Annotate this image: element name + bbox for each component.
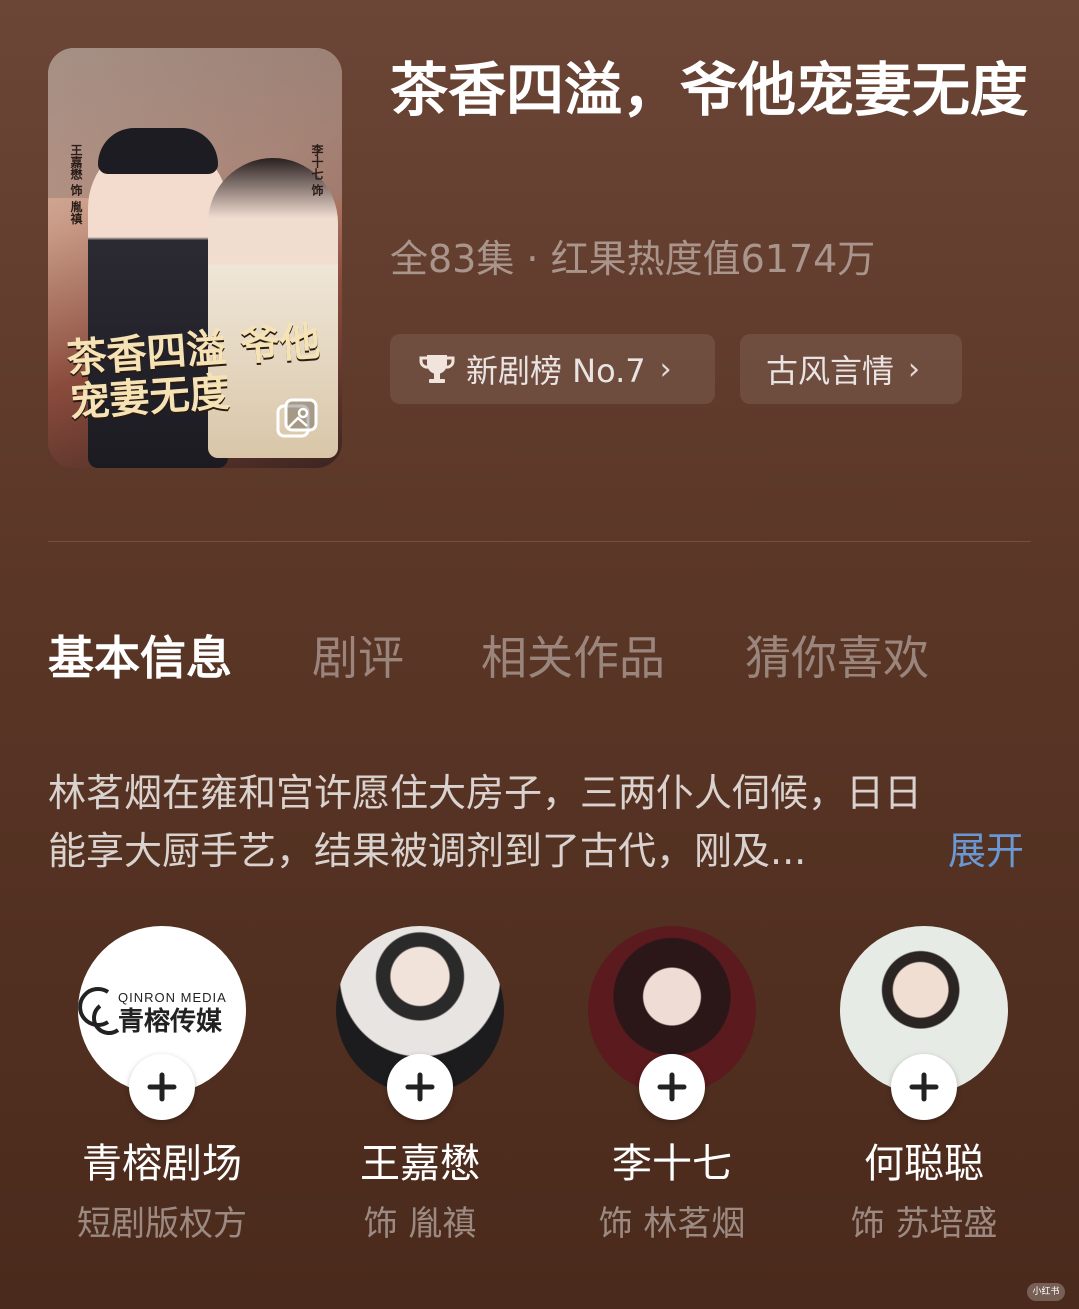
avatar[interactable] — [336, 926, 504, 1120]
avatar[interactable]: QINRON MEDIA 青榕传媒 — [78, 926, 246, 1120]
drama-title: 茶香四溢，爷他宠妻无度 — [390, 56, 1029, 124]
cast-card[interactable]: 王嘉懋 饰 胤禛 — [310, 926, 530, 1246]
avatar[interactable] — [840, 926, 1008, 1120]
cast-name: 王嘉懋 — [360, 1141, 480, 1187]
cast-name: 李十七 — [612, 1141, 732, 1187]
follow-plus-button[interactable] — [129, 1054, 195, 1120]
tab-reviews[interactable]: 剧评 — [312, 628, 404, 688]
follow-plus-button[interactable] — [639, 1054, 705, 1120]
svg-text:QINRON MEDIA: QINRON MEDIA — [118, 990, 227, 1005]
watermark: 小红书 — [1027, 1283, 1065, 1301]
cast-card[interactable]: 李十七 饰 林茗烟 — [562, 926, 782, 1246]
synopsis-line: 能享大厨手艺，结果被调剂到了古代，刚及... — [48, 829, 807, 873]
drama-poster[interactable]: 王嘉懋 饰 胤禛 李十七 饰 茶香四溢 爷他宠妻无度 — [48, 48, 342, 468]
gallery-icon[interactable] — [274, 396, 320, 442]
poster-hat — [98, 128, 218, 174]
plus-icon — [657, 1072, 687, 1102]
genre-chip[interactable]: 古风言情 › — [740, 334, 962, 404]
drama-meta: 全83集 · 红果热度值6174万 — [390, 237, 876, 281]
chevron-right-icon: › — [908, 351, 921, 387]
svg-text:青榕传媒: 青榕传媒 — [118, 1006, 223, 1037]
cast-card[interactable]: 何聪聪 饰 苏培盛 — [814, 926, 1034, 1246]
cast-role: 短剧版权方 — [77, 1204, 247, 1244]
tab-basic-info[interactable]: 基本信息 — [48, 628, 232, 688]
cast-role: 饰 林茗烟 — [598, 1204, 746, 1244]
tab-related-works[interactable]: 相关作品 — [481, 628, 665, 688]
plus-icon — [405, 1072, 435, 1102]
trophy-icon — [419, 355, 455, 383]
genre-chip-label: 古风言情 — [766, 352, 895, 390]
cast-name: 何聪聪 — [864, 1141, 984, 1187]
synopsis-line: 林茗烟在雍和宫许愿住大房子，三两仆人伺候，日日 — [48, 771, 923, 815]
tab-recommendations[interactable]: 猜你喜欢 — [745, 628, 929, 688]
expand-button[interactable]: 展开 — [948, 822, 1024, 880]
section-divider — [48, 541, 1031, 542]
poster-cast-left: 王嘉懋 饰 胤禛 — [69, 144, 83, 225]
cast-card-producer[interactable]: QINRON MEDIA 青榕传媒 青榕剧场 短剧版权方 — [52, 926, 272, 1246]
plus-icon — [147, 1072, 177, 1102]
plus-icon — [909, 1072, 939, 1102]
synopsis: 林茗烟在雍和宫许愿住大房子，三两仆人伺候，日日 能享大厨手艺，结果被调剂到了古代… — [48, 764, 1028, 880]
cast-role: 饰 胤禛 — [363, 1204, 477, 1244]
avatar[interactable] — [588, 926, 756, 1120]
poster-cast-right: 李十七 饰 — [310, 144, 324, 197]
cast-role: 饰 苏培盛 — [850, 1204, 998, 1244]
follow-plus-button[interactable] — [891, 1054, 957, 1120]
rank-chip[interactable]: 新剧榜 No.7 › — [390, 334, 715, 404]
chevron-right-icon: › — [659, 351, 672, 387]
cast-name: 青榕剧场 — [82, 1141, 242, 1187]
rank-chip-label: 新剧榜 No.7 — [466, 352, 646, 390]
follow-plus-button[interactable] — [387, 1054, 453, 1120]
